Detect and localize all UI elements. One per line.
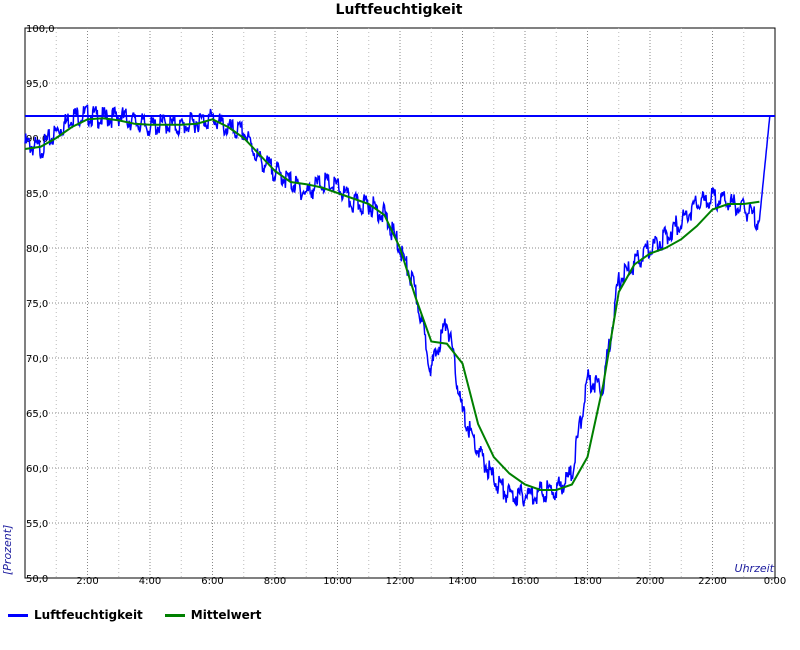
y-tick-label: 100,0 xyxy=(26,24,55,35)
series-lines xyxy=(24,104,775,507)
x-tick-label: 4:00 xyxy=(139,576,161,587)
x-tick-label: 8:00 xyxy=(264,576,286,587)
x-tick-label: 18:00 xyxy=(573,576,602,587)
x-tick-label: 12:00 xyxy=(386,576,415,587)
legend-swatch-mean xyxy=(164,613,185,617)
legend-label-mean: Mittelwert xyxy=(190,608,262,622)
legend-item-humidity: Luftfeuchtigkeit xyxy=(8,608,143,622)
x-tick-label: 20:00 xyxy=(636,576,665,587)
x-tick-label: 2:00 xyxy=(76,576,98,587)
y-tick-label: 95,0 xyxy=(26,79,48,90)
y-tick-label: 70,0 xyxy=(26,354,48,365)
legend-swatch-humidity xyxy=(8,613,28,617)
grid xyxy=(24,27,776,579)
series-line-mean xyxy=(24,117,760,491)
x-tick-label: 14:00 xyxy=(448,576,477,587)
x-tick-label: 6:00 xyxy=(201,576,223,587)
y-tick-label: 85,0 xyxy=(26,189,48,200)
x-tick-label: 16:00 xyxy=(511,576,540,587)
humidity-chart: Luftfeuchtigkeit 50,0 55,0 60,0 65,0 70,0 75,… xyxy=(1,2,786,587)
legend: Luftfeuchtigkeit Mittelwert xyxy=(8,608,261,622)
x-tick-label: 22:00 xyxy=(698,576,727,587)
y-tick-label: 60,0 xyxy=(26,464,48,475)
y-tick-label: 55,0 xyxy=(26,519,48,530)
chart-title: Luftfeuchtigkeit xyxy=(336,2,463,18)
y-axis-label: [Prozent] xyxy=(1,525,14,575)
y-axis-ticks: 50,055,060,065,070,075,080,085,090,095,0… xyxy=(26,24,55,585)
legend-label-humidity: Luftfeuchtigkeit xyxy=(34,608,143,622)
y-tick-label: 75,0 xyxy=(26,299,48,310)
y-tick-label: 65,0 xyxy=(26,409,48,420)
legend-item-mean: Mittelwert xyxy=(164,608,262,622)
x-axis-label: Uhrzeit xyxy=(735,562,775,575)
series-line-humidity xyxy=(24,104,771,507)
y-tick-label: 80,0 xyxy=(26,244,48,255)
y-tick-label: 50,0 xyxy=(26,574,48,585)
x-tick-label: 10:00 xyxy=(323,576,352,587)
x-tick-label: 0:00 xyxy=(764,576,786,587)
